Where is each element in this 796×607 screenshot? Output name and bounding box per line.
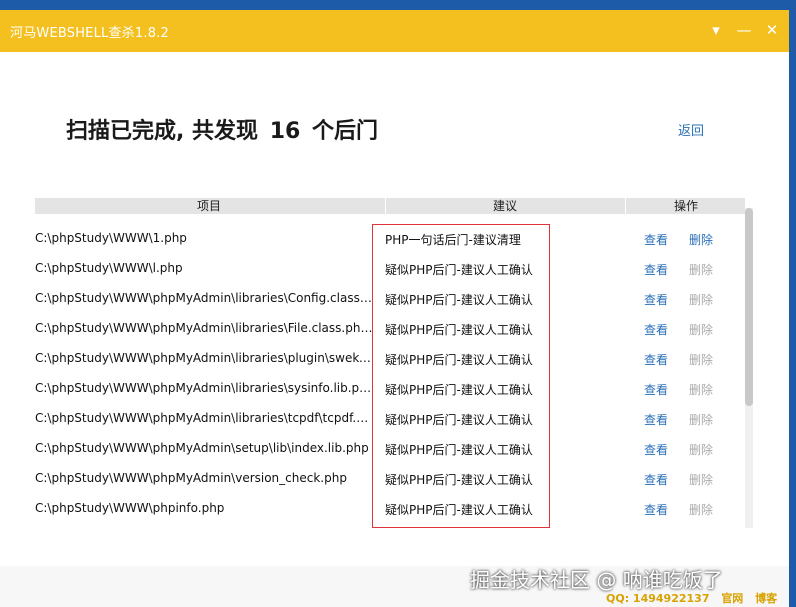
view-button[interactable]: 查看 bbox=[644, 231, 668, 248]
menu-dropdown-icon[interactable]: ▾ bbox=[706, 20, 726, 40]
watermark-text: 掘金技术社区 @ 呐谁吃饭了 bbox=[470, 568, 723, 592]
column-action[interactable]: 操作 bbox=[625, 198, 746, 214]
delete-button[interactable]: 删除 bbox=[689, 231, 713, 248]
column-item[interactable]: 项目 bbox=[35, 198, 383, 214]
delete-button[interactable]: 删除 bbox=[689, 411, 713, 428]
official-site-link[interactable]: 官网 bbox=[721, 592, 743, 605]
file-path: C:\phpStudy\WWW\l.php bbox=[35, 261, 183, 275]
delete-button[interactable]: 删除 bbox=[689, 441, 713, 458]
headline-prefix: 扫描已完成, 共发现 bbox=[66, 119, 259, 144]
qq-label: QQ: 1494922137 bbox=[606, 592, 710, 605]
view-button[interactable]: 查看 bbox=[644, 411, 668, 428]
title-bar[interactable]: 河马WEBSHELL查杀1.8.2 ▾ — ✕ bbox=[0, 10, 789, 52]
scan-result-headline: 扫描已完成, 共发现 16 个后门 bbox=[66, 113, 378, 145]
view-button[interactable]: 查看 bbox=[644, 291, 668, 308]
back-link[interactable]: 返回 bbox=[678, 120, 704, 139]
view-button[interactable]: 查看 bbox=[644, 441, 668, 458]
delete-button[interactable]: 删除 bbox=[689, 291, 713, 308]
delete-button[interactable]: 删除 bbox=[689, 471, 713, 488]
close-icon[interactable]: ✕ bbox=[762, 20, 782, 40]
delete-button[interactable]: 删除 bbox=[689, 351, 713, 368]
vertical-scrollbar[interactable] bbox=[745, 208, 753, 528]
view-button[interactable]: 查看 bbox=[644, 351, 668, 368]
file-path: C:\phpStudy\WWW\phpMyAdmin\libraries\plu… bbox=[35, 351, 375, 365]
file-path: C:\phpStudy\WWW\1.php bbox=[35, 231, 187, 245]
app-window: 河马WEBSHELL查杀1.8.2 ▾ — ✕ 扫描已完成, 共发现 16 个后… bbox=[0, 10, 789, 607]
blog-link[interactable]: 博客 bbox=[755, 592, 777, 605]
view-button[interactable]: 查看 bbox=[644, 321, 668, 338]
column-suggestion[interactable]: 建议 bbox=[385, 198, 624, 214]
minimize-icon[interactable]: — bbox=[734, 20, 754, 40]
table-header: 项目 建议 操作 bbox=[35, 198, 745, 214]
view-button[interactable]: 查看 bbox=[644, 381, 668, 398]
delete-button[interactable]: 删除 bbox=[689, 261, 713, 278]
suggestion-highlight-box bbox=[372, 224, 550, 528]
view-button[interactable]: 查看 bbox=[644, 471, 668, 488]
view-button[interactable]: 查看 bbox=[644, 501, 668, 518]
file-path: C:\phpStudy\WWW\phpinfo.php bbox=[35, 501, 225, 515]
delete-button[interactable]: 删除 bbox=[689, 501, 713, 518]
file-path: C:\phpStudy\WWW\phpMyAdmin\libraries\Fil… bbox=[35, 321, 375, 335]
backdoor-count: 16 bbox=[269, 119, 301, 144]
scrollbar-thumb[interactable] bbox=[745, 208, 753, 406]
file-path: C:\phpStudy\WWW\phpMyAdmin\version_check… bbox=[35, 471, 347, 485]
file-path: C:\phpStudy\WWW\phpMyAdmin\libraries\Con… bbox=[35, 291, 375, 305]
headline-suffix: 个后门 bbox=[312, 119, 379, 144]
window-title: 河马WEBSHELL查杀1.8.2 bbox=[10, 26, 169, 41]
file-path: C:\phpStudy\WWW\phpMyAdmin\libraries\tcp… bbox=[35, 411, 375, 425]
delete-button[interactable]: 删除 bbox=[689, 321, 713, 338]
file-path: C:\phpStudy\WWW\phpMyAdmin\setup\lib\ind… bbox=[35, 441, 369, 455]
delete-button[interactable]: 删除 bbox=[689, 381, 713, 398]
file-path: C:\phpStudy\WWW\phpMyAdmin\libraries\sys… bbox=[35, 381, 375, 395]
view-button[interactable]: 查看 bbox=[644, 261, 668, 278]
